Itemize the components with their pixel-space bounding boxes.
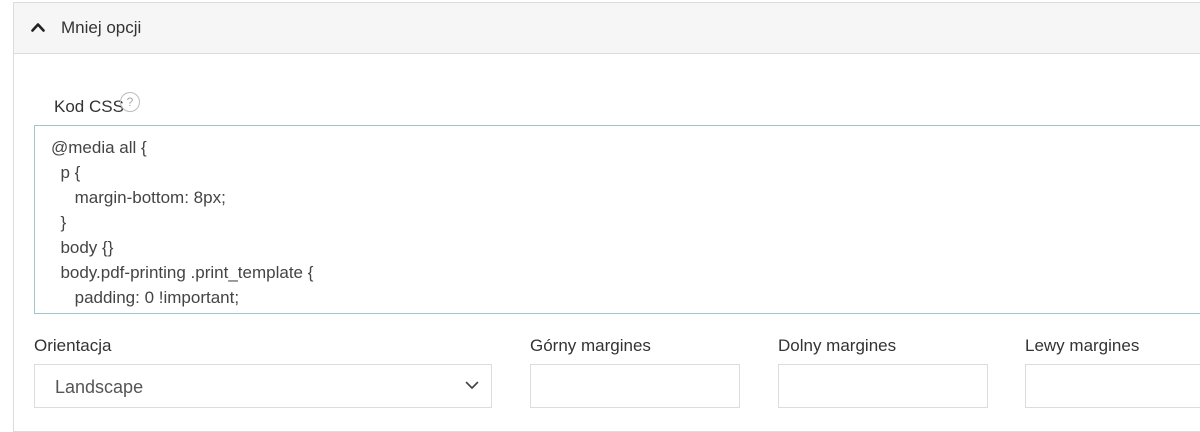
- code-line: body.pdf-printing .print_template {: [51, 263, 314, 282]
- left-margin-input[interactable]: [1025, 364, 1200, 408]
- css-code-editor[interactable]: @media all { p { margin-bottom: 8px; } b…: [34, 125, 1200, 314]
- code-line: p {: [51, 163, 81, 182]
- css-code-label: Kod CSS: [54, 97, 124, 116]
- code-line: @media all {: [51, 138, 147, 157]
- top-margin-label: Górny margines: [530, 336, 651, 355]
- top-margin-input[interactable]: [530, 364, 740, 408]
- options-toggle-label: Mniej opcji: [61, 18, 142, 37]
- advanced-options-panel: Mniej opcji Kod CSS ? @media all { p { m…: [13, 2, 1200, 432]
- chevron-up-icon: [31, 23, 45, 32]
- code-line: body {}: [51, 238, 114, 257]
- bottom-margin-label: Dolny margines: [778, 336, 897, 355]
- bottom-margin-input[interactable]: [778, 364, 988, 408]
- orientation-select[interactable]: Landscape: [34, 364, 492, 408]
- orientation-value: Landscape: [55, 377, 144, 397]
- chevron-down-icon: [465, 381, 479, 389]
- options-toggle-header[interactable]: Mniej opcji: [14, 3, 1200, 54]
- help-icon[interactable]: ?: [120, 92, 140, 112]
- code-line: }: [51, 213, 67, 232]
- orientation-label: Orientacja: [34, 336, 112, 355]
- left-margin-label: Lewy margines: [1025, 336, 1140, 355]
- code-line: margin-bottom: 8px;: [51, 188, 226, 207]
- code-line: padding: 0 !important;: [51, 288, 240, 307]
